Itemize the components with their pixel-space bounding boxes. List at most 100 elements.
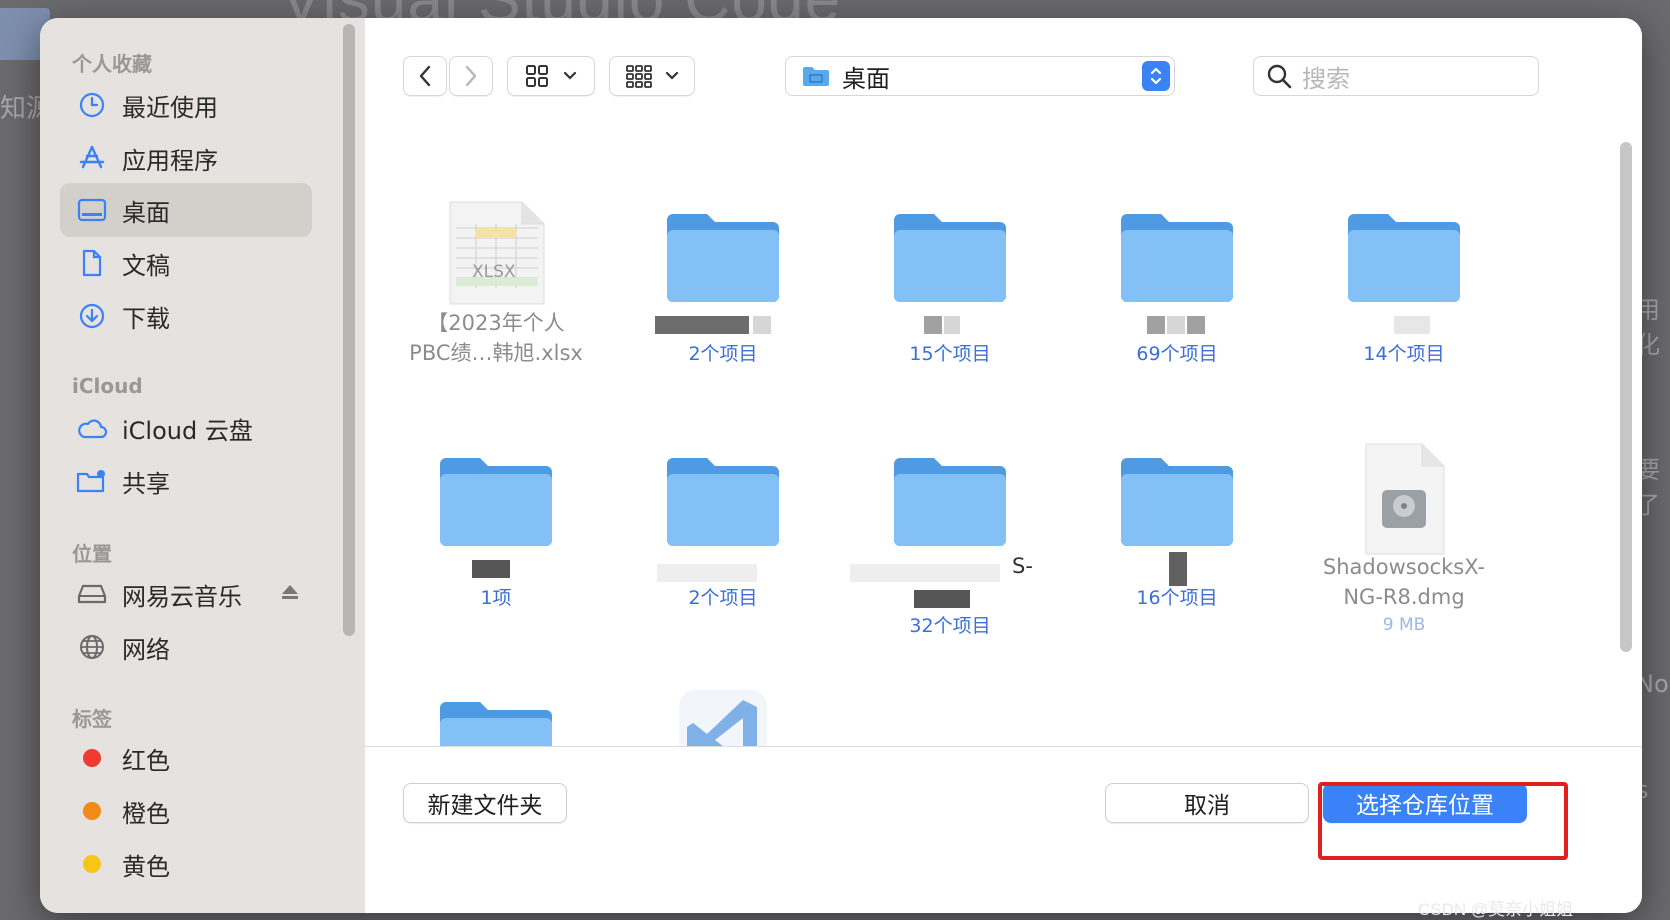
redacted-name: [1067, 308, 1287, 340]
sidebar-item-downloads[interactable]: 下载: [60, 289, 312, 343]
tag-dot-icon: [74, 743, 110, 773]
sidebar-heading-locations: 位置: [72, 542, 112, 566]
folder-item[interactable]: [386, 686, 606, 746]
view-mode-button[interactable]: [507, 56, 595, 96]
folder-item[interactable]: 69个项目: [1067, 198, 1287, 368]
redacted-name: [840, 308, 1060, 340]
sidebar-item-label: 网易云音乐: [122, 582, 242, 611]
cancel-button[interactable]: 取消: [1105, 783, 1309, 823]
sidebar-item-label: 下载: [122, 304, 170, 333]
file-open-dialog: 个人收藏 最近使用 应用程序 桌面 文稿 下载 iCloud iCloud 云盘…: [40, 18, 1642, 913]
file-name: ShadowsocksX-: [1322, 555, 1486, 579]
folder-icon: [663, 198, 783, 308]
folder-item[interactable]: 14个项目: [1294, 198, 1514, 368]
download-icon: [74, 301, 110, 331]
folder-icon: [803, 67, 829, 86]
sidebar-heading-favorites: 个人收藏: [72, 52, 152, 76]
spreadsheet-icon: XLSX: [436, 198, 556, 308]
toolbar: 桌面 搜索: [365, 18, 1642, 137]
sidebar-item-documents[interactable]: 文稿: [60, 236, 312, 290]
search-placeholder: 搜索: [1302, 64, 1350, 93]
back-button[interactable]: [403, 56, 447, 96]
sidebar-item-label: 红色: [122, 746, 170, 775]
forward-button[interactable]: [449, 56, 493, 96]
sidebar-item-label: 应用程序: [122, 146, 218, 175]
sidebar-item-icloud-drive[interactable]: iCloud 云盘: [60, 401, 312, 455]
redacted-name: [613, 308, 833, 340]
sidebar-item-label: iCloud 云盘: [122, 416, 253, 445]
content-scrollbar[interactable]: [1620, 142, 1632, 652]
item-count: 2个项目: [688, 343, 758, 365]
sidebar-item-label: 黄色: [122, 852, 170, 881]
file-name-line2: PBC绩…韩旭.xlsx: [409, 341, 583, 365]
sidebar-scrollbar[interactable]: [343, 24, 355, 636]
redacted-name: [613, 552, 833, 584]
folder-icon: [663, 442, 783, 552]
shared-folder-icon: [74, 466, 110, 496]
new-folder-button[interactable]: 新建文件夹: [403, 783, 567, 823]
updown-chevron-icon[interactable]: [1142, 61, 1170, 91]
sidebar-item-label: 文稿: [122, 251, 170, 280]
sidebar-item-label: 共享: [122, 469, 170, 498]
folder-item[interactable]: 15个项目: [840, 198, 1060, 368]
desktop-icon: [74, 195, 110, 225]
folder-icon: [1117, 442, 1237, 552]
sidebar-item-netease-music[interactable]: 网易云音乐: [60, 567, 312, 621]
file-size: 9 MB: [1382, 615, 1426, 635]
item-count: 16个项目: [1136, 587, 1218, 609]
disk-icon: [74, 579, 110, 609]
folder-item[interactable]: 16个项目: [1067, 442, 1287, 612]
tag-dot-icon: [74, 849, 110, 879]
folder-icon: [1117, 198, 1237, 308]
clock-icon: [74, 90, 110, 120]
file-name-line2: NG-R8.dmg: [1343, 585, 1465, 609]
location-label: 桌面: [842, 64, 890, 93]
sidebar-item-tag-orange[interactable]: 橙色: [60, 784, 312, 838]
watermark: CSDN @莫奈小姐姐: [1418, 900, 1574, 919]
globe-icon: [74, 632, 110, 662]
file-item-dmg[interactable]: ShadowsocksX- NG-R8.dmg 9 MB: [1294, 442, 1514, 638]
item-count: 2个项目: [688, 587, 758, 609]
group-icon: [626, 65, 652, 88]
chevron-down-icon: [563, 71, 577, 80]
redacted-name: S-: [840, 552, 1060, 584]
item-count: 14个项目: [1363, 343, 1445, 365]
item-count: 15个项目: [909, 343, 991, 365]
document-icon: [74, 248, 110, 278]
item-count: 32个项目: [909, 615, 991, 637]
disk-image-icon: [1344, 442, 1464, 555]
sidebar-item-recents[interactable]: 最近使用: [60, 78, 312, 132]
folder-item[interactable]: 2个项目: [613, 442, 833, 612]
file-item-xlsx[interactable]: XLSX 【2023年个人 PBC绩…韩旭.xlsx: [386, 198, 606, 368]
sidebar-item-tag-yellow[interactable]: 黄色: [60, 837, 312, 891]
group-mode-button[interactable]: [609, 56, 695, 96]
search-field[interactable]: 搜索: [1253, 56, 1539, 96]
vscode-icon: [663, 686, 783, 746]
search-icon: [1267, 64, 1292, 89]
chevron-down-icon: [665, 71, 679, 80]
eject-icon[interactable]: [280, 583, 300, 605]
sidebar-item-shared[interactable]: 共享: [60, 454, 312, 508]
item-count: 69个项目: [1136, 343, 1218, 365]
sidebar-item-label: 网络: [122, 635, 170, 664]
location-popup[interactable]: 桌面: [785, 56, 1175, 96]
folder-item[interactable]: 2个项目: [613, 198, 833, 368]
redacted-name: [1294, 308, 1514, 340]
sidebar-item-tag-red[interactable]: 红色: [60, 731, 312, 785]
sidebar-item-label: 橙色: [122, 799, 170, 828]
sidebar-item-applications[interactable]: 应用程序: [60, 131, 312, 185]
folder-item[interactable]: 1项: [386, 442, 606, 612]
folder-icon: [436, 686, 556, 746]
sidebar-item-desktop[interactable]: 桌面: [60, 183, 312, 237]
sidebar: 个人收藏 最近使用 应用程序 桌面 文稿 下载 iCloud iCloud 云盘…: [40, 18, 366, 913]
annotation-highlight-box: [1318, 782, 1568, 860]
folder-icon: [1344, 198, 1464, 308]
app-item-vscode[interactable]: [613, 686, 833, 746]
sidebar-item-network[interactable]: 网络: [60, 620, 312, 674]
chevron-right-icon: [465, 65, 477, 87]
folder-item[interactable]: S- 32个项目: [840, 442, 1060, 640]
tag-dot-icon: [74, 796, 110, 826]
apps-icon: [74, 143, 110, 173]
file-grid: XLSX 【2023年个人 PBC绩…韩旭.xlsx 2个项目 15个项目 69: [365, 136, 1642, 746]
item-count: 1项: [480, 587, 512, 609]
